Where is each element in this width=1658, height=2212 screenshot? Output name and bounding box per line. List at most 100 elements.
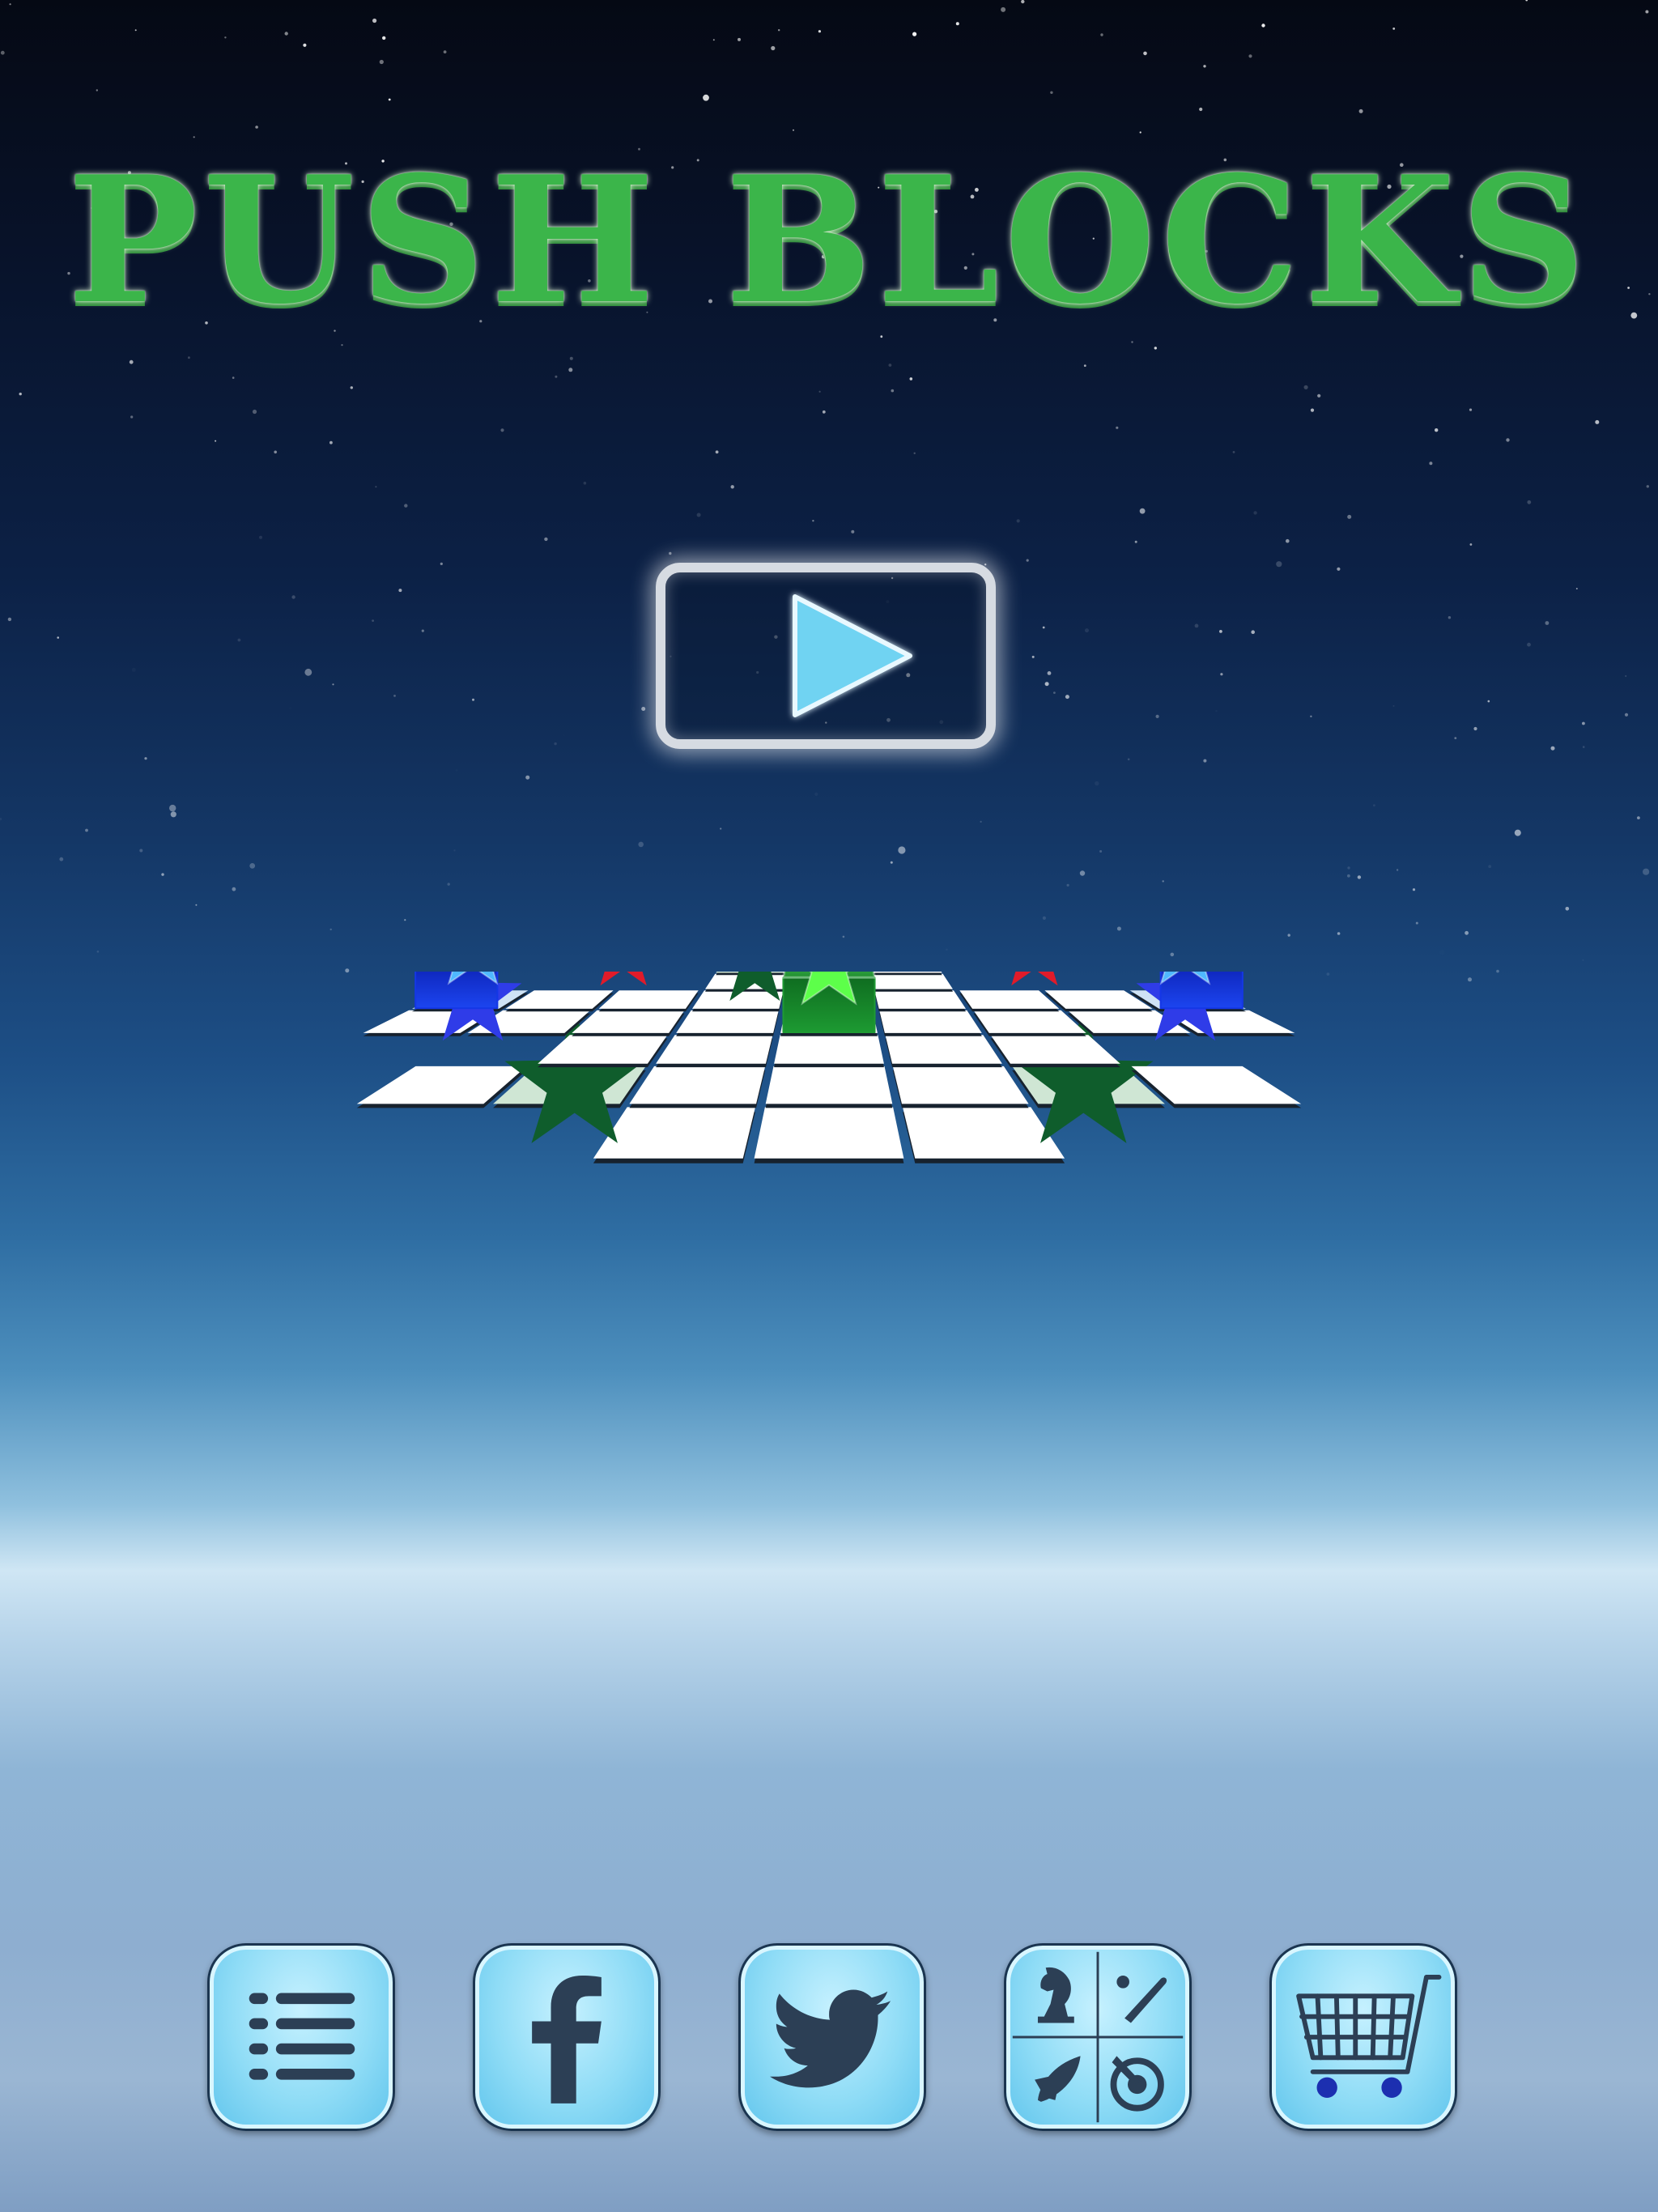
star-dot bbox=[1358, 108, 1363, 113]
floor-tile bbox=[869, 972, 942, 973]
facebook-button[interactable]: Facebook bbox=[473, 1943, 661, 2131]
star-dot bbox=[1439, 950, 1444, 955]
star-dot bbox=[1251, 630, 1255, 634]
star-dot bbox=[712, 39, 715, 41]
star-dot bbox=[1095, 781, 1099, 786]
star-dot bbox=[130, 415, 134, 419]
star-dot bbox=[472, 698, 474, 701]
star-dot bbox=[456, 769, 458, 772]
more-games-button[interactable]: More Games bbox=[1004, 1943, 1192, 2131]
floor-tile bbox=[774, 1035, 884, 1064]
star-dot bbox=[555, 375, 558, 378]
floor-tile bbox=[990, 1035, 1120, 1064]
star-dot bbox=[1116, 926, 1121, 931]
star-dot bbox=[1392, 28, 1396, 30]
target-star-icon bbox=[600, 972, 647, 986]
star-dot bbox=[332, 683, 334, 686]
star-dot bbox=[329, 928, 332, 931]
star-dot bbox=[1643, 868, 1650, 875]
star-dot bbox=[1465, 930, 1469, 935]
star-dot bbox=[1083, 364, 1086, 367]
star-dot bbox=[1469, 543, 1473, 546]
floor-tile bbox=[765, 1066, 893, 1104]
star-dot bbox=[715, 450, 719, 454]
star-dot bbox=[818, 30, 822, 33]
star-dot bbox=[1310, 715, 1312, 717]
star-dot bbox=[1194, 623, 1199, 628]
star-dot bbox=[1203, 65, 1206, 68]
star-dot bbox=[398, 589, 402, 593]
star-dot bbox=[738, 37, 741, 41]
star-dot bbox=[1624, 713, 1629, 717]
star-dot bbox=[1527, 500, 1532, 504]
star-dot bbox=[85, 828, 88, 832]
star-dot bbox=[818, 390, 821, 393]
star-dot bbox=[912, 32, 917, 36]
star-dot bbox=[1415, 921, 1418, 925]
shop-button[interactable]: Shop bbox=[1269, 1943, 1457, 2131]
star-dot bbox=[1219, 630, 1222, 633]
floor-tile bbox=[538, 1035, 668, 1064]
star-dot bbox=[1488, 865, 1492, 869]
star-dot bbox=[955, 22, 959, 26]
floor-tile bbox=[892, 1066, 1029, 1104]
star-dot bbox=[188, 356, 190, 359]
star-dot bbox=[851, 530, 855, 534]
star-dot bbox=[19, 392, 22, 396]
floor-tile bbox=[593, 1107, 755, 1159]
star-dot bbox=[249, 863, 256, 869]
star-dot bbox=[812, 520, 814, 522]
star-dot bbox=[1155, 714, 1159, 719]
star-dot bbox=[169, 804, 176, 812]
star-dot bbox=[1506, 438, 1510, 442]
star-dot bbox=[888, 364, 892, 367]
star-dot bbox=[1143, 51, 1147, 56]
floor-tile bbox=[879, 1010, 982, 1033]
play-button[interactable] bbox=[656, 563, 996, 749]
star-dot bbox=[720, 827, 722, 830]
levels-menu-button[interactable]: Levels bbox=[207, 1943, 395, 2131]
star-dot bbox=[215, 440, 217, 442]
star-dot bbox=[822, 410, 826, 414]
star-dot bbox=[132, 668, 136, 672]
star-dot bbox=[1042, 626, 1045, 629]
star-dot bbox=[1170, 952, 1175, 957]
star-dot bbox=[1026, 559, 1029, 562]
star-dot bbox=[1412, 888, 1416, 891]
star-dot bbox=[568, 368, 573, 372]
star-dot bbox=[329, 440, 333, 445]
star-dot bbox=[696, 513, 701, 517]
star-dot bbox=[303, 43, 307, 47]
star-dot bbox=[443, 50, 447, 53]
star-dot bbox=[771, 45, 776, 51]
star-dot bbox=[7, 617, 12, 622]
floor-tile bbox=[885, 1035, 1002, 1064]
star-dot bbox=[1065, 695, 1069, 700]
star-dot bbox=[59, 857, 64, 861]
star-dot bbox=[1429, 462, 1433, 466]
star-dot bbox=[1582, 959, 1584, 961]
star-dot bbox=[1100, 33, 1103, 36]
star-dot bbox=[291, 595, 295, 599]
star-dot bbox=[259, 535, 262, 539]
star-dot bbox=[404, 919, 406, 921]
game-title: PUSH BLOCKS bbox=[67, 138, 1591, 342]
twitter-icon bbox=[770, 1989, 891, 2088]
star-dot bbox=[1527, 642, 1531, 647]
star-dot bbox=[289, 707, 292, 710]
star-dot bbox=[1514, 829, 1521, 836]
star-dot bbox=[382, 36, 386, 40]
star-dot bbox=[909, 377, 913, 381]
twitter-button[interactable]: Twitter bbox=[738, 1943, 926, 2131]
star-dot bbox=[1220, 673, 1223, 676]
shopping-cart-icon bbox=[1296, 1975, 1442, 2099]
star-dot bbox=[1286, 538, 1290, 543]
star-dot bbox=[500, 428, 504, 432]
star-dot bbox=[1582, 721, 1585, 725]
star-dot bbox=[1646, 485, 1650, 488]
push-block-green[interactable] bbox=[781, 972, 877, 1034]
star-dot bbox=[96, 951, 100, 953]
floor-tile bbox=[903, 1107, 1065, 1159]
star-dot bbox=[1203, 759, 1207, 763]
star-dot bbox=[0, 818, 2, 821]
